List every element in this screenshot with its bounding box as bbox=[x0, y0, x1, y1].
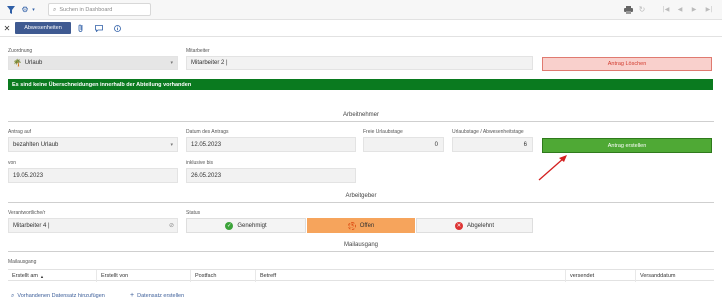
mitarbeiter-label: Mitarbeiter bbox=[186, 48, 210, 54]
attachment-icon[interactable] bbox=[76, 23, 86, 33]
search-input[interactable]: ⌕ Suchen in Dashboard bbox=[48, 3, 151, 16]
datum-field[interactable]: 12.05.2023 bbox=[186, 137, 356, 152]
antrag-auf-select[interactable]: bezahlten Urlaub ▾ bbox=[8, 137, 178, 152]
urlaubstage-label: Urlaubstage / Abwesenheitstage bbox=[452, 129, 524, 135]
search-placeholder: Suchen in Dashboard bbox=[59, 6, 113, 13]
tab-bar bbox=[0, 20, 722, 37]
von-field[interactable]: 19.05.2023 bbox=[8, 168, 178, 183]
antrag-auf-value: bezahlten Urlaub bbox=[13, 141, 59, 148]
von-value: 19.05.2023 bbox=[13, 172, 44, 179]
add-existing-record-label: Vorhandenen Datensatz hinzufügen bbox=[17, 293, 105, 299]
next-page-icon[interactable]: ▶ bbox=[689, 4, 699, 15]
verantwortlich-label: Verantwortliche/r bbox=[8, 210, 46, 216]
status-option-genehmigt[interactable]: ✓ Genehmigt bbox=[186, 218, 306, 233]
column-header-versanddatum[interactable]: Versanddatum bbox=[636, 270, 714, 282]
prev-page-icon[interactable]: ◀ bbox=[675, 4, 685, 15]
bis-value: 26.05.2023 bbox=[191, 172, 222, 179]
datum-value: 12.05.2023 bbox=[191, 141, 222, 148]
search-icon: ⌕ bbox=[53, 5, 57, 13]
status-option-abgelehnt[interactable]: ✕ Abgelehnt bbox=[416, 218, 533, 233]
status-option-offen[interactable]: ◔ Offen bbox=[307, 218, 415, 233]
urlaubstage-value: 6 bbox=[523, 141, 527, 148]
mailausgang-table-label: Mailausgang bbox=[8, 259, 37, 265]
info-icon[interactable] bbox=[112, 23, 122, 33]
add-existing-record-link[interactable]: ⌕ Vorhandenen Datensatz hinzufügen bbox=[11, 292, 105, 300]
chevron-down-icon[interactable]: ▾ bbox=[30, 5, 37, 15]
column-header-versendet[interactable]: versendet bbox=[566, 270, 636, 282]
filter-icon[interactable] bbox=[6, 4, 16, 15]
section-title-arbeitgeber: Arbeitgeber bbox=[345, 193, 377, 199]
verantwortlich-value: Mitarbeiter 4 | bbox=[13, 222, 50, 229]
overlap-banner: Es sind keine Überschneidungen innerhalb… bbox=[8, 79, 713, 90]
tab-abwesenheiten[interactable]: Abwesenheiten bbox=[15, 22, 71, 34]
check-icon: ✓ bbox=[225, 221, 234, 230]
plus-icon: + bbox=[130, 292, 135, 299]
first-page-icon[interactable]: |◀ bbox=[661, 4, 671, 15]
verantwortlich-field[interactable]: Mitarbeiter 4 | ⊘ bbox=[8, 218, 178, 233]
clock-icon: ◔ bbox=[347, 221, 356, 230]
freie-urlaubstage-field[interactable]: 0 bbox=[363, 137, 444, 152]
status-genehmigt-label: Genehmigt bbox=[237, 222, 267, 229]
last-page-icon[interactable]: ▶| bbox=[703, 4, 715, 15]
mail-table-header: Erstellt am ▲ Erstellt von Postfach Betre… bbox=[8, 269, 714, 282]
create-record-label: Datensatz erstellen bbox=[137, 292, 185, 299]
section-divider bbox=[8, 202, 714, 203]
chevron-down-icon: ▾ bbox=[170, 141, 173, 148]
annotation-arrow bbox=[538, 155, 567, 181]
create-record-link[interactable]: + Datensatz erstellen bbox=[130, 292, 184, 299]
column-header-betreff[interactable]: Betreff bbox=[256, 270, 566, 282]
column-header-erstellt-von[interactable]: Erstellt von bbox=[97, 270, 191, 282]
close-icon[interactable]: ✕ bbox=[3, 23, 11, 33]
section-title-arbeitnehmer: Arbeitnehmer bbox=[342, 112, 380, 118]
gear-icon[interactable]: ⚙ bbox=[20, 4, 30, 15]
mitarbeiter-value: Mitarbeiter 2 | bbox=[191, 60, 228, 66]
status-abgelehnt-label: Abgelehnt bbox=[466, 222, 495, 229]
sort-asc-icon: ▲ bbox=[39, 273, 44, 279]
comment-icon[interactable] bbox=[94, 23, 104, 33]
delete-request-button[interactable]: Antrag Löschen bbox=[542, 57, 712, 71]
mitarbeiter-field[interactable]: Mitarbeiter 2 | bbox=[186, 56, 533, 70]
status-label: Status bbox=[186, 210, 201, 216]
print-icon[interactable] bbox=[622, 4, 634, 15]
zuordnung-select[interactable]: 🌴 Urlaub ▾ bbox=[8, 56, 178, 70]
refresh-icon[interactable]: ↻ bbox=[637, 4, 647, 15]
search-icon: ⌕ bbox=[11, 292, 15, 299]
section-divider bbox=[8, 121, 714, 122]
bis-label: inklusive bis bbox=[186, 160, 213, 166]
link-icon[interactable]: ⊘ bbox=[169, 222, 174, 229]
palm-tree-icon: 🌴 bbox=[13, 59, 22, 67]
bis-field[interactable]: 26.05.2023 bbox=[186, 168, 356, 183]
urlaubstage-field[interactable]: 6 bbox=[452, 137, 533, 152]
section-divider bbox=[8, 251, 714, 252]
status-offen-label: Offen bbox=[359, 222, 375, 229]
column-header-postfach[interactable]: Postfach bbox=[191, 270, 256, 282]
antrag-auf-label: Antrag auf bbox=[8, 129, 32, 135]
von-label: von bbox=[8, 160, 17, 166]
datum-label: Datum des Antrags bbox=[186, 129, 229, 135]
reject-icon: ✕ bbox=[454, 221, 463, 230]
freie-urlaubstage-value: 0 bbox=[434, 141, 438, 148]
column-header-erstellt-am[interactable]: Erstellt am ▲ bbox=[8, 270, 97, 282]
zuordnung-label: Zuordnung bbox=[8, 48, 33, 54]
chevron-down-icon: ▾ bbox=[170, 60, 173, 66]
section-title-mailausgang: Mailausgang bbox=[343, 242, 379, 248]
freie-urlaubstage-label: Freie Urlaubstage bbox=[363, 129, 403, 135]
zuordnung-value: Urlaub bbox=[24, 60, 43, 66]
